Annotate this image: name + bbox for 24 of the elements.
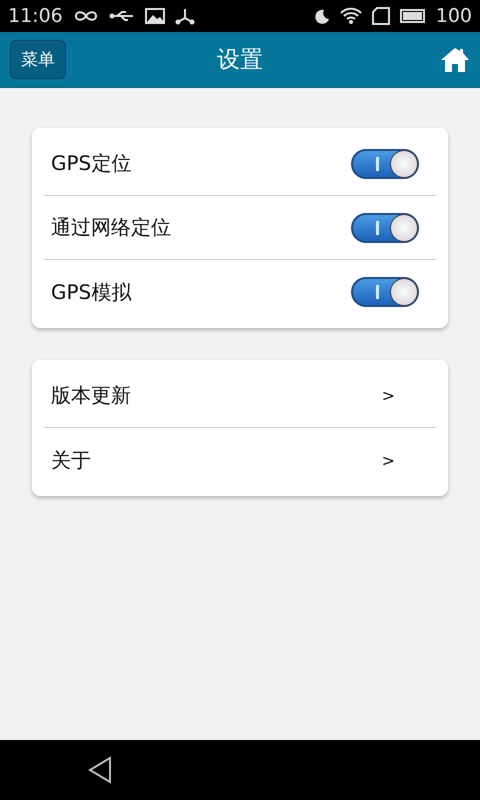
toggle-switch[interactable] xyxy=(351,148,419,178)
chevron: > xyxy=(382,450,395,470)
toggle-switch[interactable] xyxy=(351,212,419,242)
usb-icon xyxy=(108,9,135,23)
menu-button[interactable]: 菜单 xyxy=(10,40,66,79)
menu-item[interactable]: 版本更新 xyxy=(51,382,382,409)
page-title: 设置 xyxy=(217,46,263,75)
infinity-icon xyxy=(72,9,99,23)
setting-label: 通过网络定位 xyxy=(51,214,172,241)
setting-label: GPS定位 xyxy=(51,150,132,177)
battery-icon xyxy=(400,9,426,23)
image-icon xyxy=(144,8,165,24)
setting-label: GPS模拟 xyxy=(51,278,132,306)
menu-item[interactable]: 关于 xyxy=(51,446,382,474)
wifi-icon xyxy=(340,7,362,25)
battery-level: 100 xyxy=(436,5,472,27)
home-icon[interactable] xyxy=(440,46,470,72)
toggle-switch[interactable] xyxy=(351,277,419,307)
back-icon[interactable] xyxy=(88,756,112,784)
chevron: > xyxy=(382,386,395,405)
moon-icon xyxy=(314,8,330,24)
clock: 11:06 xyxy=(8,5,63,27)
sim-icon xyxy=(372,7,390,25)
share-icon xyxy=(174,7,195,25)
